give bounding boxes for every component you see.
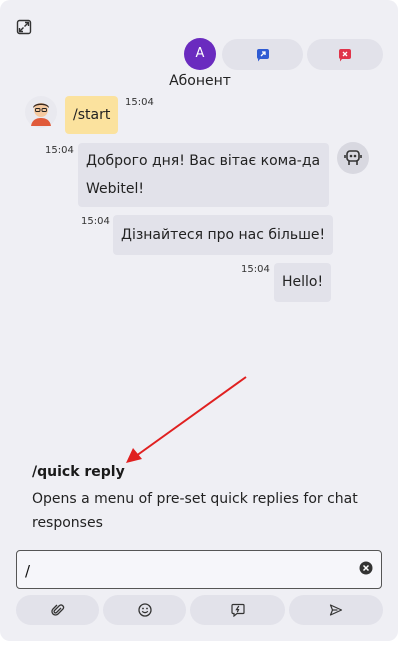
- emoji-button[interactable]: [103, 595, 186, 625]
- quick-reply-icon: [230, 603, 245, 617]
- message-input[interactable]: [23, 557, 347, 584]
- quick-reply-description: Opens a menu of pre-set quick replies fo…: [32, 491, 358, 531]
- attach-button[interactable]: [16, 595, 99, 625]
- quick-reply-button[interactable]: [190, 595, 285, 625]
- send-icon: [329, 604, 343, 616]
- chat-panel: A Абонент /start 15:04 15:04 Доброго дня…: [0, 0, 398, 641]
- send-button[interactable]: [289, 595, 383, 625]
- clear-icon[interactable]: [359, 560, 373, 575]
- paperclip-icon: [50, 604, 64, 616]
- smile-icon: [137, 603, 152, 617]
- message-input-box[interactable]: [16, 550, 382, 589]
- quick-reply-title: /quick reply: [32, 464, 125, 480]
